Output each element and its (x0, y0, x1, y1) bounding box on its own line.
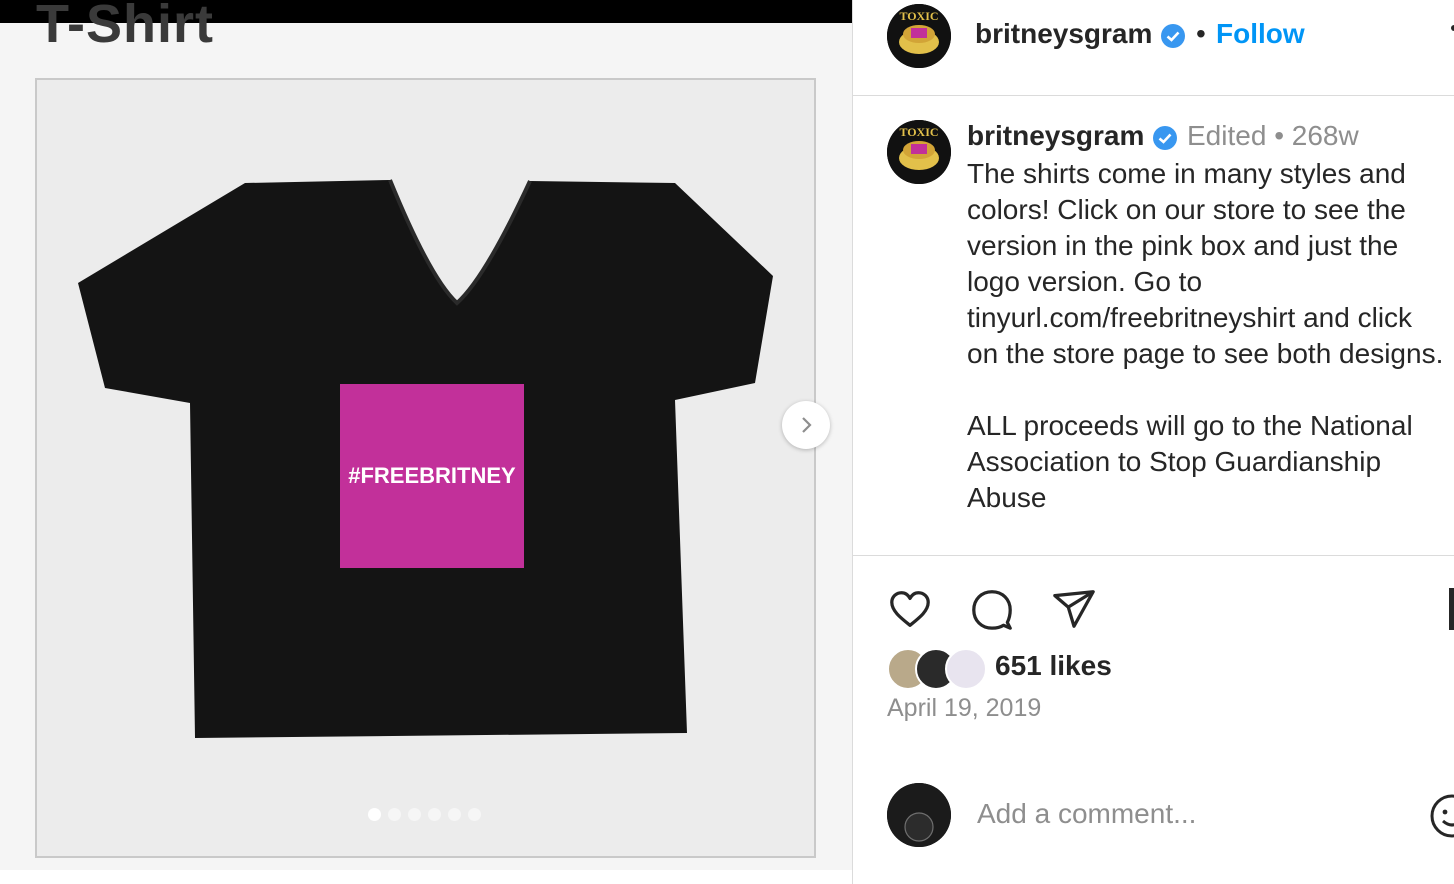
svg-text:TOXIC: TOXIC (899, 9, 938, 23)
post-age[interactable]: 268w (1292, 120, 1359, 151)
likes-count[interactable]: 651 likes (995, 650, 1112, 682)
shirt-text: #FREEBRITNEY (348, 463, 516, 488)
caption-username-text[interactable]: britneysgram (967, 120, 1144, 151)
svg-text:TOXIC: TOXIC (899, 125, 938, 139)
caption-text: The shirts come in many styles and color… (967, 158, 1444, 513)
slide-dot (428, 808, 441, 821)
edited-label: Edited (1187, 120, 1267, 151)
user-avatar-image (887, 783, 951, 847)
header-separator: • (1196, 18, 1206, 49)
current-user-avatar (887, 783, 951, 847)
bookmark-icon[interactable] (1449, 588, 1454, 630)
tshirt-image: #FREEBRITNEY (78, 179, 773, 738)
header-divider (853, 95, 1454, 96)
follow-button[interactable]: Follow (1216, 18, 1305, 50)
emoji-icon[interactable] (1429, 793, 1454, 839)
comment-icon[interactable] (969, 586, 1015, 632)
post-media: T-Shirt #FREEBRITNEY (0, 0, 852, 884)
share-icon[interactable] (1051, 586, 1097, 632)
action-bar (887, 586, 1097, 632)
comment-input[interactable]: Add a comment... (977, 798, 1196, 830)
caption-divider (853, 555, 1454, 556)
slide-indicator (368, 808, 481, 821)
toxic-logo-avatar: TOXIC (887, 4, 951, 68)
slide-dot (388, 808, 401, 821)
post-panel: TOXIC britneysgram • Follow TOXIC britne… (852, 0, 1454, 884)
slide-dot (408, 808, 421, 821)
verified-badge-icon (1153, 125, 1178, 150)
comment-divider (853, 760, 1454, 761)
next-slide-button[interactable] (782, 401, 830, 449)
caption-separator: • (1274, 120, 1284, 151)
liker-avatar[interactable] (945, 648, 987, 690)
chevron-right-icon (802, 417, 812, 433)
caption-avatar[interactable]: TOXIC (887, 120, 951, 184)
slide-dot (448, 808, 461, 821)
caption-meta: Edited • 268w (1187, 120, 1359, 152)
header-username[interactable]: britneysgram (975, 18, 1186, 50)
heart-icon[interactable] (887, 586, 933, 632)
header-username-text[interactable]: britneysgram (975, 18, 1152, 49)
verified-badge-icon (1161, 23, 1186, 48)
slide-dot (468, 808, 481, 821)
media-bottom-edge (0, 870, 852, 884)
caption-username[interactable]: britneysgram (967, 120, 1178, 152)
header-avatar[interactable]: TOXIC (887, 4, 951, 68)
media-heading: T-Shirt (36, 0, 214, 54)
post-date[interactable]: April 19, 2019 (887, 694, 1041, 723)
slide-dot (368, 808, 381, 821)
toxic-logo-avatar: TOXIC (887, 120, 951, 184)
